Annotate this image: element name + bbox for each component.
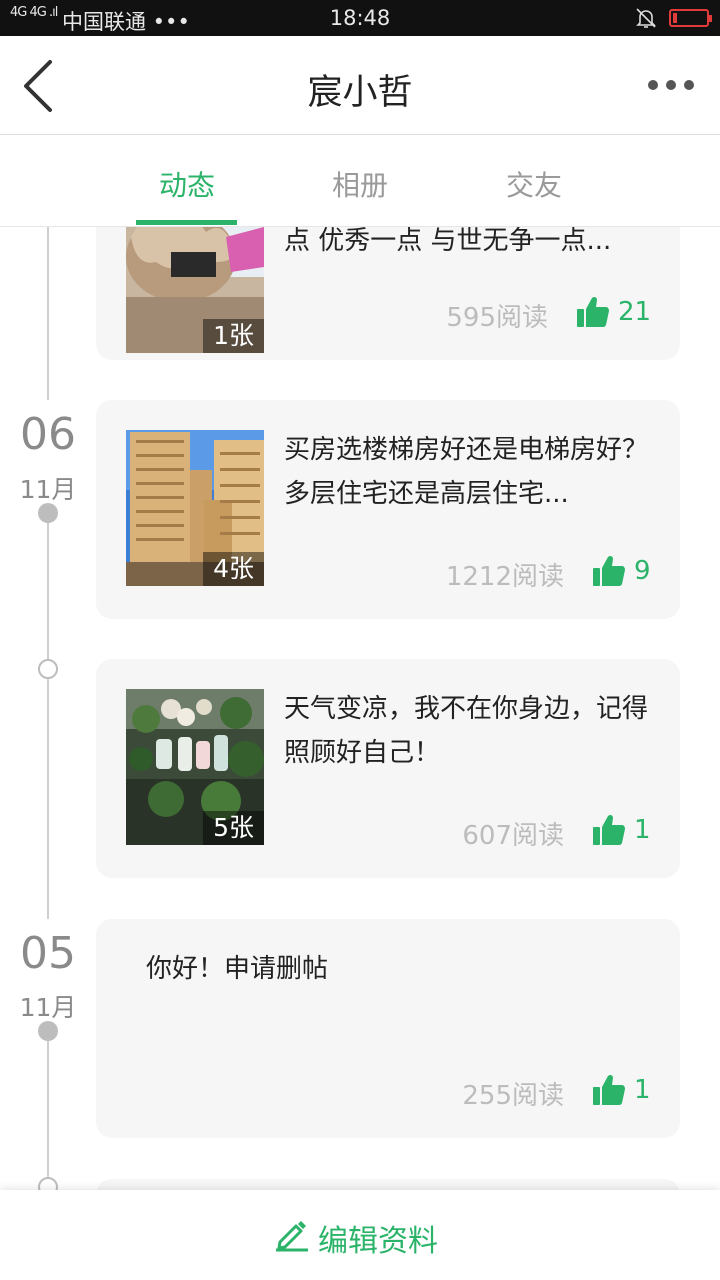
tab-bar: 动态 相册 交友: [0, 136, 720, 227]
thumbs-up-icon[interactable]: [592, 1073, 626, 1107]
post-card[interactable]: [96, 1179, 680, 1190]
edit-pencil-icon: [276, 1221, 308, 1252]
read-count: 1212阅读: [445, 562, 564, 592]
clock: 18:48: [329, 6, 391, 30]
photo-count-badge: 5张: [203, 811, 264, 845]
tab-friends[interactable]: 交友: [474, 164, 594, 204]
edit-profile-button[interactable]: 编辑资料: [0, 1190, 720, 1280]
tab-dynamic[interactable]: 动态: [127, 164, 247, 204]
edit-profile-label: 编辑资料: [318, 1224, 438, 1259]
thumbs-up-icon[interactable]: [592, 813, 626, 847]
tab-active-indicator: [136, 220, 237, 225]
post-card[interactable]: 你好！申请删帖 255阅读 1: [96, 919, 680, 1138]
timeline-line: [47, 1041, 49, 1190]
post-text: 你好！申请删帖: [146, 954, 329, 984]
read-count: 255阅读: [462, 1081, 564, 1111]
thumbs-up-icon[interactable]: [592, 554, 626, 588]
post-thumbnail: 5张: [126, 689, 264, 845]
timeline-line: [47, 523, 49, 919]
like-count: 21: [618, 297, 652, 327]
post-thumbnail: 4张: [126, 430, 264, 586]
post-text: 天气变凉，我不在你身边，记得照顾好自己！: [284, 694, 649, 768]
thumbs-up-icon[interactable]: [576, 295, 610, 329]
date-month: 11月: [19, 475, 77, 504]
date-day: 06: [20, 409, 76, 460]
photo-count-badge: 4张: [203, 552, 264, 586]
nav-bar: 宸小哲: [0, 36, 720, 135]
read-count: 607阅读: [462, 821, 564, 851]
like-count: 1: [634, 1075, 651, 1105]
post-thumbnail: 1张: [126, 227, 264, 353]
post-card[interactable]: 4张 买房选楼梯房好还是电梯房好？多层住宅还是高层住宅... 1212阅读 9: [96, 400, 680, 619]
post-card[interactable]: 1张 点 优秀一点 与世无争一点... 595阅读 21: [96, 227, 680, 360]
like-count: 1: [634, 815, 651, 845]
post-card[interactable]: 5张 天气变凉，我不在你身边，记得照顾好自己！ 607阅读 1: [96, 659, 680, 878]
photo-count-badge: 1张: [203, 319, 264, 353]
timeline-dot: [38, 1177, 58, 1190]
page-title: 宸小哲: [307, 73, 413, 113]
more-dots-icon[interactable]: [640, 66, 700, 106]
timeline-dot: [38, 503, 58, 523]
timeline-dot: [38, 1021, 58, 1041]
timeline-feed[interactable]: 06 11月 05 11月 1张 点 优秀一点 与世无争一点... 595阅读 …: [0, 227, 720, 1190]
date-month: 11月: [19, 993, 77, 1022]
post-text: 点 优秀一点 与世无争一点...: [284, 227, 612, 256]
tab-album[interactable]: 相册: [300, 164, 420, 204]
timeline-dot: [38, 659, 58, 679]
bell-muted-icon: [636, 8, 656, 28]
post-text: 买房选楼梯房好还是电梯房好？多层住宅还是高层住宅...: [284, 435, 649, 509]
battery-low-icon: [669, 9, 712, 27]
read-count: 595阅读: [446, 303, 548, 333]
like-count: 9: [634, 556, 651, 586]
status-bar: 4G 4G .ıl 中国联通 ••• 18:48: [0, 0, 720, 36]
date-day: 05: [20, 928, 76, 979]
timeline-line: [47, 227, 49, 400]
